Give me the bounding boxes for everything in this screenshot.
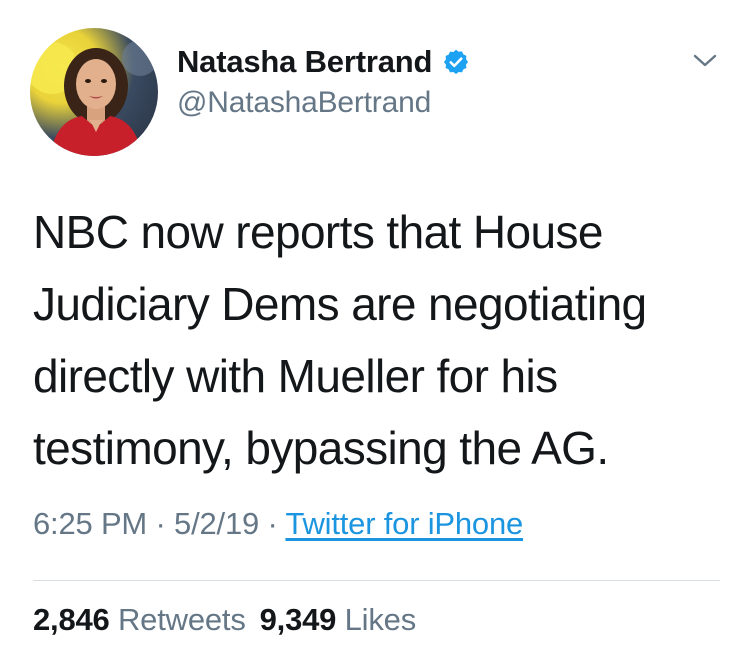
- likes-stat[interactable]: 9,349 Likes: [259, 602, 417, 637]
- tweet-text: NBC now reports that House Judiciary Dem…: [33, 206, 647, 474]
- avatar[interactable]: [30, 28, 158, 156]
- tweet-stats: 2,846 Retweets 9,349 Likes: [33, 602, 416, 638]
- retweets-label: Retweets: [118, 602, 246, 637]
- avatar-photo: [30, 40, 158, 156]
- likes-count: 9,349: [259, 602, 337, 637]
- meta-separator: ·: [155, 506, 166, 541]
- name-row: Natasha Bertrand: [177, 42, 470, 82]
- retweets-stat[interactable]: 2,846 Retweets: [33, 602, 246, 637]
- tweet-time[interactable]: 6:25 PM: [33, 506, 147, 541]
- divider: [33, 580, 720, 581]
- display-name[interactable]: Natasha Bertrand: [177, 44, 432, 80]
- tweet-date[interactable]: 5/2/19: [174, 506, 259, 541]
- tweet-card: Natasha Bertrand @NatashaBertrand NBC no…: [0, 0, 750, 658]
- source-link[interactable]: Twitter for iPhone: [285, 506, 523, 541]
- meta-separator: ·: [267, 506, 278, 541]
- user-handle[interactable]: @NatashaBertrand: [177, 86, 431, 120]
- tweet-meta: 6:25 PM · 5/2/19 · Twitter for iPhone: [33, 506, 523, 542]
- likes-label: Likes: [344, 602, 417, 637]
- chevron-down-icon[interactable]: [692, 52, 718, 70]
- retweets-count: 2,846: [33, 602, 110, 637]
- verified-badge-icon: [442, 48, 470, 76]
